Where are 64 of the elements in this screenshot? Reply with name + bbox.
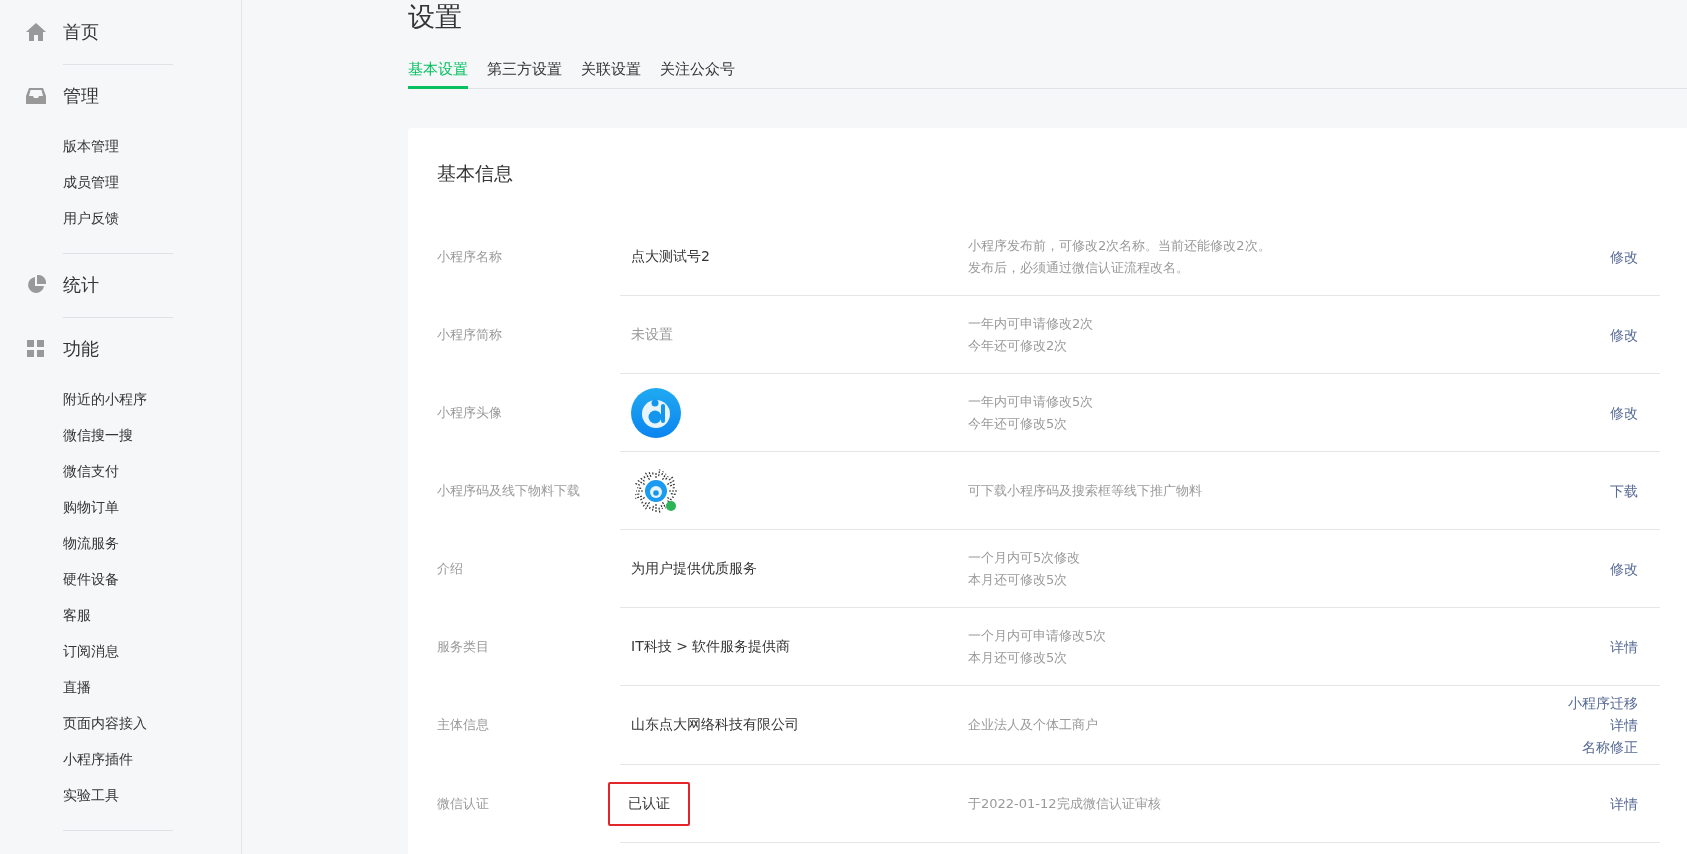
action-link[interactable]: 详情: [1610, 792, 1638, 815]
nav-subitem[interactable]: 版本管理: [0, 128, 241, 164]
action-link[interactable]: 小程序迁移: [1568, 692, 1638, 714]
field-label: 小程序头像: [437, 403, 503, 422]
nav-item[interactable]: 统计: [63, 273, 99, 297]
field-value: 未设置: [631, 325, 673, 344]
action-link[interactable]: 修改: [1610, 401, 1638, 424]
field-label: 小程序名称: [437, 247, 503, 266]
nav-subitem[interactable]: 订阅消息: [0, 633, 241, 669]
action-link[interactable]: 详情: [1610, 635, 1638, 658]
nav-subitem[interactable]: 物流服务: [0, 525, 241, 561]
avatar-logo-icon: [631, 387, 681, 438]
grid-icon: [26, 339, 46, 359]
pie-chart-icon: [26, 275, 46, 295]
nav-subitem[interactable]: 附近的小程序: [0, 381, 241, 417]
nav-subitem[interactable]: 微信支付: [0, 453, 241, 489]
field-value: 为用户提供优质服务: [631, 559, 757, 578]
description-text: 企业法人及个体工商户: [968, 716, 1099, 734]
tab[interactable]: 关注公众号: [660, 52, 735, 89]
field-label: 介绍: [437, 559, 464, 578]
description-text: 今年还可修改5次: [968, 414, 1069, 433]
description-text: 发布后，必须通过微信认证流程改名。: [968, 258, 1190, 277]
nav-subitem[interactable]: 微信搜一搜: [0, 417, 241, 453]
nav-subitem[interactable]: 实验工具: [0, 777, 241, 813]
field-label: 主体信息: [437, 716, 490, 734]
nav-subitem[interactable]: 页面内容接入: [0, 705, 241, 741]
nav-item[interactable]: 管理: [63, 84, 99, 108]
nav-subitem[interactable]: 硬件设备: [0, 561, 241, 597]
section-title: 基本信息: [437, 161, 514, 186]
description-text: 一年内可申请修改2次: [968, 314, 1095, 333]
highlighted-value: 已认证: [608, 781, 690, 826]
field-label: 服务类目: [437, 637, 490, 656]
field-label: 微信认证: [437, 794, 490, 813]
description-text: 今年还可修改2次: [968, 336, 1069, 355]
description-text: 本月还可修改5次: [968, 648, 1069, 667]
nav-item[interactable]: 功能: [63, 337, 99, 361]
field-label: 小程序简称: [437, 325, 503, 344]
action-link[interactable]: 详情: [1610, 714, 1638, 736]
action-link[interactable]: 修改: [1610, 557, 1638, 580]
action-link[interactable]: 名称修正: [1582, 736, 1638, 758]
description-text: 本月还可修改5次: [968, 570, 1069, 589]
description-text: 一年内可申请修改5次: [968, 392, 1095, 411]
tab[interactable]: 第三方设置: [487, 52, 562, 89]
description-text: 小程序发布前，可修改2次名称。当前还能修改2次。: [968, 236, 1272, 255]
tab[interactable]: 关联设置: [581, 52, 641, 89]
description-text: 于2022-01-12完成微信认证审核: [968, 794, 1162, 813]
tray-icon: [26, 86, 46, 106]
field-value: 山东点大网络科技有限公司: [631, 716, 799, 734]
field-value: 点大测试号2: [631, 247, 710, 266]
nav-subitem[interactable]: 成员管理: [0, 164, 241, 200]
field-label: 小程序码及线下物料下载: [437, 481, 581, 500]
action-link[interactable]: 下载: [1610, 479, 1638, 502]
nav-subitem[interactable]: 用户反馈: [0, 200, 241, 236]
nav-subitem[interactable]: 购物订单: [0, 489, 241, 525]
action-link[interactable]: 修改: [1610, 323, 1638, 346]
home-icon: [26, 22, 46, 42]
nav-subitem[interactable]: 小程序插件: [0, 741, 241, 777]
field-value: IT科技 > 软件服务提供商: [631, 637, 791, 656]
nav-subitem[interactable]: 直播: [0, 669, 241, 705]
nav-item[interactable]: 首页: [63, 20, 99, 44]
description-text: 可下载小程序码及搜索框等线下推广物料: [968, 481, 1203, 500]
nav-subitem[interactable]: 客服: [0, 597, 241, 633]
page-title: 设置: [408, 0, 463, 34]
action-link[interactable]: 修改: [1610, 245, 1638, 268]
